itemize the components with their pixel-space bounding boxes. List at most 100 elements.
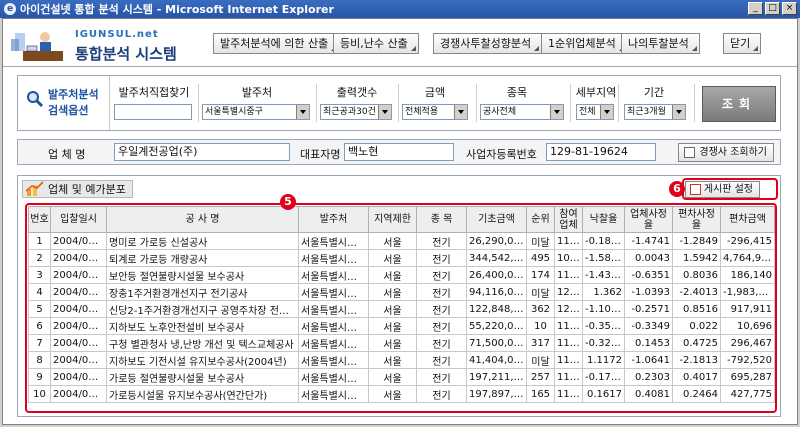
- count-select-value: 최근공과30건: [323, 107, 376, 117]
- col-header: 기초금액: [466, 206, 527, 233]
- table-cell: 전기: [416, 232, 467, 250]
- ie-icon: e: [4, 3, 16, 15]
- table-cell: 서울: [368, 283, 417, 301]
- table-cell: 4,764,932: [720, 249, 775, 267]
- app-header: IGUNSUL.net 통합분석 시스템 발주처분석에 의한 산출 등비,난수 …: [3, 19, 797, 67]
- first-rank-analysis-button[interactable]: 1순위업체분석: [541, 33, 627, 54]
- count-select[interactable]: 최근공과30건: [320, 104, 392, 120]
- type-select[interactable]: 공사전체: [480, 104, 564, 120]
- amount-select-value: 전체적용: [405, 107, 439, 117]
- my-bid-analysis-button[interactable]: 나의투찰분석: [621, 33, 700, 54]
- ceo-value: 백노현: [344, 143, 454, 161]
- close-window-button[interactable]: ×: [782, 2, 797, 15]
- logo-illustration-icon: [11, 32, 63, 61]
- table-cell: 2004/04/03: [50, 317, 107, 335]
- table-cell: -1.0393: [624, 283, 673, 301]
- table-cell: 서울: [368, 334, 417, 352]
- table-cell: 서울특별시중구청: [298, 368, 369, 386]
- callout-badge-6: 6: [669, 181, 685, 197]
- table-row[interactable]: 6 2004/04/03 지하보도 노후안전설비 보수공사 서울특별시중구청 서울 전기 5…: [28, 317, 775, 335]
- amount-select[interactable]: 전체적용: [402, 104, 468, 120]
- table-cell: 0.4017: [672, 368, 721, 386]
- table-cell: 2004/04/21: [50, 249, 107, 267]
- minimize-button[interactable]: _: [748, 2, 763, 15]
- table-cell: 0.1617: [582, 385, 625, 403]
- table-row[interactable]: 5 2004/04/19 신당2-1주거환경개선지구 공영주차장 전기공사 서울특별시…: [28, 300, 775, 318]
- table-cell: 257: [526, 368, 555, 386]
- table-cell: 서울특별시중구청: [298, 232, 369, 250]
- table-row[interactable]: 1 2004/05/04 명미로 가로등 신설공사 서울특별시중구청 서울 전기 26,29…: [28, 232, 775, 250]
- table-cell: -0.3272: [582, 334, 625, 352]
- regno-value: 129-81-19624: [546, 143, 656, 161]
- table-row[interactable]: 7 2004/03/26 구청 별관청사 냉,난방 개선 및 텍스교체공사 서울특별시…: [28, 334, 775, 352]
- competitor-tendency-button[interactable]: 경쟁사투찰성향분석: [433, 33, 543, 54]
- table-cell: -296,415: [720, 232, 775, 250]
- divider: [476, 84, 477, 122]
- close-button[interactable]: 닫기: [723, 33, 762, 54]
- table-row[interactable]: 2 2004/04/21 퇴계로 가로등 개량공사 서울특별시중구청 서울 전기 344,5…: [28, 249, 775, 267]
- table-cell: 전기: [416, 317, 467, 335]
- table-cell: 서울특별시중구청: [298, 351, 369, 369]
- table-cell: 4: [28, 283, 51, 301]
- header-client: 발주처: [241, 86, 273, 99]
- table-cell: 서울: [368, 351, 417, 369]
- table-cell: 전기: [416, 300, 467, 318]
- client-analysis-button[interactable]: 발주처분석에 의한 산출: [213, 33, 340, 54]
- dropdown-arrow-icon: [550, 105, 563, 119]
- direct-find-input[interactable]: [114, 104, 192, 120]
- table-cell: 9: [28, 368, 51, 386]
- table-cell: 전기: [416, 283, 467, 301]
- region-select[interactable]: 전체: [576, 104, 614, 120]
- col-header: 종 목: [416, 206, 467, 233]
- table-cell: 0.8036: [672, 266, 721, 284]
- table-cell: 10: [526, 317, 555, 335]
- dropdown-arrow-icon: [454, 105, 467, 119]
- ratio-random-button[interactable]: 등비,난수 산출: [333, 33, 419, 54]
- table-cell: 지하보도 노후안전설비 보수공사: [106, 317, 299, 335]
- table-cell: 1158: [554, 385, 583, 403]
- header-amount: 금액: [424, 86, 446, 99]
- result-table: 번호 입찰일시 공 사 명 발주처 지역제한 종 목 기초금액 순위 참여업체 …: [28, 206, 775, 403]
- window-controls: _ □ ×: [748, 2, 797, 15]
- table-cell: 362: [526, 300, 555, 318]
- col-header: 지역제한: [368, 206, 417, 233]
- table-cell: 서울특별시중구청: [298, 249, 369, 267]
- table-row[interactable]: 3 2004/04/20 보안등 절연불량시설물 보수공사 서울특별시중구청 서울 전기 2…: [28, 266, 775, 284]
- table-cell: 26,290,000: [466, 232, 527, 250]
- col-header: 번호: [28, 206, 51, 233]
- table-cell: 지하보도 기전시설 유지보수공사(2004년): [106, 351, 299, 369]
- table-cell: 1.1172: [582, 351, 625, 369]
- table-cell: 5: [28, 300, 51, 318]
- table-cell: 1251: [554, 300, 583, 318]
- regno-label: 사업자등록번호: [466, 148, 537, 161]
- table-row[interactable]: 9 2004/03/17 가로등 절연불량시설물 보수공사 서울특별시중구청 서울 전기 1…: [28, 368, 775, 386]
- company-name-value: 우일계전공업(주): [114, 143, 290, 161]
- table-cell: 1.5942: [672, 249, 721, 267]
- table-cell: 전기: [416, 249, 467, 267]
- table-cell: 0.2464: [672, 385, 721, 403]
- table-cell: 전기: [416, 368, 467, 386]
- table-cell: 317: [526, 334, 555, 352]
- client-select[interactable]: 서울특별시중구: [202, 104, 310, 120]
- table-cell: -0.1892: [582, 232, 625, 250]
- header-region: 세부지역: [575, 86, 617, 99]
- query-button[interactable]: 조회: [702, 86, 776, 122]
- competitor-query-button[interactable]: 경쟁사 조회하기: [678, 143, 774, 162]
- table-cell: 344,542,000: [466, 249, 527, 267]
- table-row[interactable]: 4 2004/04/19 장충1주거환경개선지구 전기공사 서울특별시중구청 서울 전기 9…: [28, 283, 775, 301]
- browser-content: IGUNSUL.net 통합분석 시스템 발주처분석에 의한 산출 등비,난수 …: [2, 18, 798, 425]
- tab-company-distribution[interactable]: 업체 및 예가분포: [22, 180, 133, 198]
- table-cell: 2: [28, 249, 51, 267]
- table-row[interactable]: 10 2004/03/03 가로등시설물 유지보수공사(연간단가) 서울특별시중구청 서…: [28, 385, 775, 403]
- maximize-button[interactable]: □: [765, 2, 780, 15]
- table-cell: -2.1813: [672, 351, 721, 369]
- table-cell: 1.362: [582, 283, 625, 301]
- table-cell: -792,520: [720, 351, 775, 369]
- period-select[interactable]: 최근3개월: [624, 104, 686, 120]
- search-options-line1: 발주처분석: [48, 88, 99, 101]
- table-cell: 2004/04/19: [50, 283, 107, 301]
- table-row[interactable]: 8 2004/03/19 지하보도 기전시설 유지보수공사(2004년) 서울특별시중…: [28, 351, 775, 369]
- board-settings-button[interactable]: 게시판 설정: [684, 181, 760, 198]
- period-select-value: 최근3개월: [627, 107, 666, 117]
- table-cell: 0.4081: [624, 385, 673, 403]
